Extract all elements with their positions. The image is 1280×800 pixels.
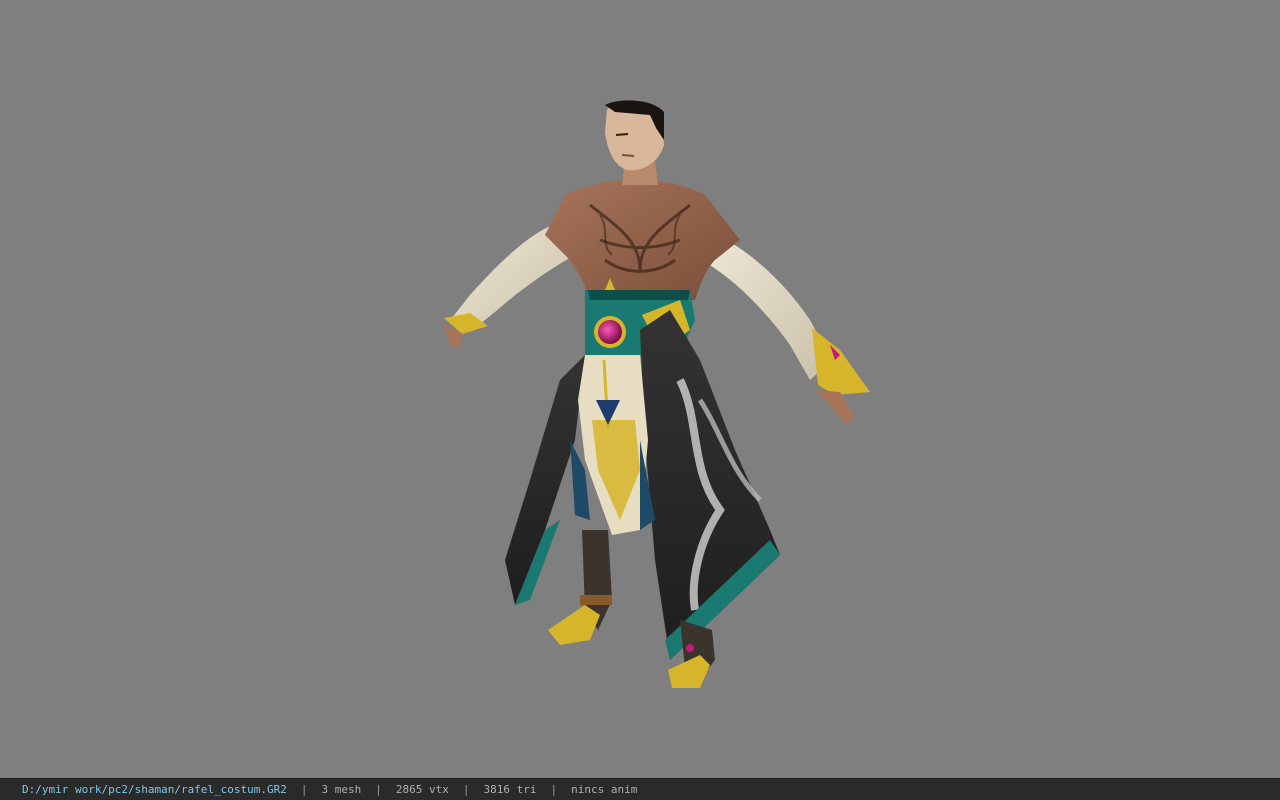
head	[605, 100, 664, 185]
right-arm	[705, 232, 870, 424]
separator: |	[300, 783, 308, 796]
separator: |	[462, 783, 470, 796]
animation-status: nincs anim	[571, 783, 638, 796]
vertex-count: 2865 vtx	[395, 783, 449, 796]
robe	[505, 310, 780, 660]
mesh-count: 3 mesh	[321, 783, 362, 796]
3d-viewport[interactable]	[0, 0, 1280, 778]
torso	[545, 179, 740, 300]
character-model	[444, 100, 870, 688]
separator: |	[550, 783, 558, 796]
separator: |	[375, 783, 382, 796]
status-bar: D:/ymir work/pc2/shaman/rafel_costum.GR2…	[0, 778, 1280, 800]
file-path: D:/ymir work/pc2/shaman/rafel_costum.GR2	[22, 783, 287, 796]
triangle-count: 3816 tri	[483, 783, 537, 796]
